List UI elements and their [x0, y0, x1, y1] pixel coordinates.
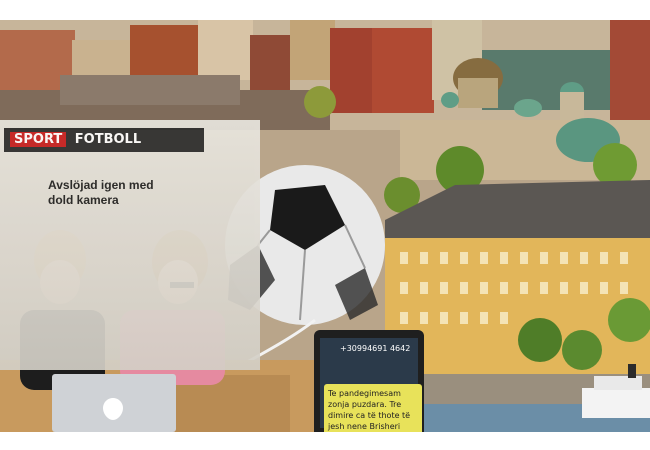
newspaper-masthead: SPORT FOTBOLL	[4, 128, 204, 152]
laptop	[52, 374, 176, 432]
newspaper-headline: Avslöjad igen med dold kamera	[48, 178, 228, 208]
headline-line-2: dold kamera	[48, 193, 119, 207]
newspaper-section: FOTBOLL	[74, 132, 142, 147]
newspaper-clipping: SPORT FOTBOLL Avslöjad igen med dold kam…	[0, 120, 260, 370]
newspaper-tag: SPORT	[10, 132, 67, 147]
phone-screen: +30994691 4642 Te pandegimesam zonja puz…	[320, 338, 422, 432]
photo-collage: SPORT FOTBOLL Avslöjad igen med dold kam…	[0, 20, 650, 432]
phone-sender-number: +30994691 4642	[340, 344, 411, 353]
phone-message: Te pandegimesam zonja puzdara. Tre dimir…	[324, 384, 422, 432]
mobile-phone: +30994691 4642 Te pandegimesam zonja puz…	[314, 330, 424, 432]
headline-line-1: Avslöjad igen med	[48, 178, 154, 192]
